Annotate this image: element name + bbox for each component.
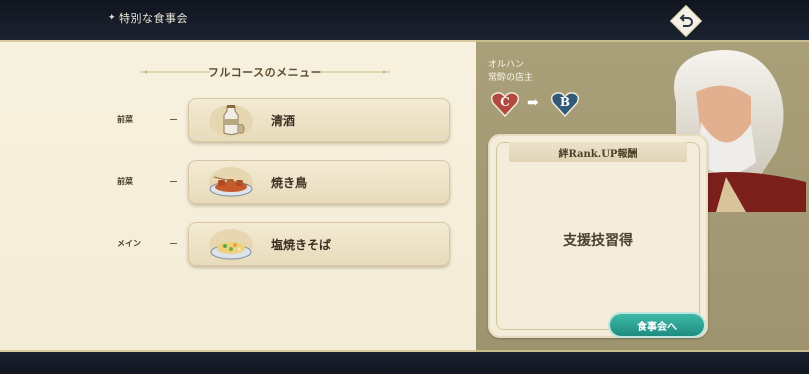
dish-name: 塩焼きそば: [271, 238, 332, 252]
course-row: メイン 塩焼きそば: [0, 222, 476, 266]
dish-card-yakitori[interactable]: 焼き鳥: [188, 160, 450, 204]
rank-from: C: [500, 95, 510, 109]
reward-text: 支援技習得: [563, 233, 633, 249]
dish-card-sake[interactable]: 清酒: [188, 98, 450, 142]
menu-title: フルコースのメニュー: [207, 66, 323, 79]
rank-change: C ➡ B: [490, 90, 586, 118]
back-button[interactable]: [669, 4, 703, 38]
dash-separator: [170, 119, 177, 120]
course-label: メイン: [117, 238, 141, 248]
diamond-icon: ✦: [108, 13, 117, 23]
ornament-left-icon: [140, 70, 210, 74]
dash-separator: [170, 243, 177, 244]
course-label: 前菜: [117, 114, 133, 124]
dish-name: 清酒: [271, 114, 296, 128]
dish-name: 焼き鳥: [271, 176, 308, 190]
rank-to: B: [559, 95, 571, 109]
return-arrow-icon: [669, 4, 703, 38]
reward-card: 絆Rank.UP報酬 支援技習得: [488, 134, 708, 338]
course-row: 前菜 清酒: [0, 98, 476, 142]
reward-header: 絆Rank.UP報酬: [509, 142, 687, 162]
ornament-right-icon: [320, 70, 390, 74]
yakitori-plate-icon: [206, 163, 256, 201]
character-title: 常酔の店主: [488, 73, 534, 83]
dish-card-yakisoba[interactable]: 塩焼きそば: [188, 222, 450, 266]
yakisoba-plate-icon: [206, 225, 256, 263]
sake-bottle-icon: [206, 101, 256, 139]
go-to-dinner-label: 食事会へ: [637, 321, 677, 333]
course-row: 前菜 焼き鳥: [0, 160, 476, 204]
reward-panel: オルハン 常酔の店主 C ➡ B 絆Rank.UP報酬 支援技習得 食事会へ: [476, 40, 809, 352]
menu-panel: フルコースのメニュー 前菜 清酒 前菜 焼き鳥 メイン 塩焼きそば: [0, 40, 476, 352]
dash-separator: [170, 181, 177, 182]
menu-header: フルコースのメニュー: [140, 60, 390, 84]
character-name: オルハン: [488, 60, 525, 70]
arrow-right-icon: ➡: [527, 95, 539, 111]
bottom-bar: [0, 352, 809, 374]
top-bar: ✦ 特別な食事会: [0, 0, 809, 40]
course-label: 前菜: [117, 176, 133, 186]
go-to-dinner-button[interactable]: 食事会へ: [610, 314, 704, 336]
reward-header-text: 絆Rank.UP報酬: [558, 148, 638, 160]
screen-title-text: 特別な食事会: [119, 12, 189, 25]
screen-title: ✦ 特別な食事会: [108, 10, 188, 26]
